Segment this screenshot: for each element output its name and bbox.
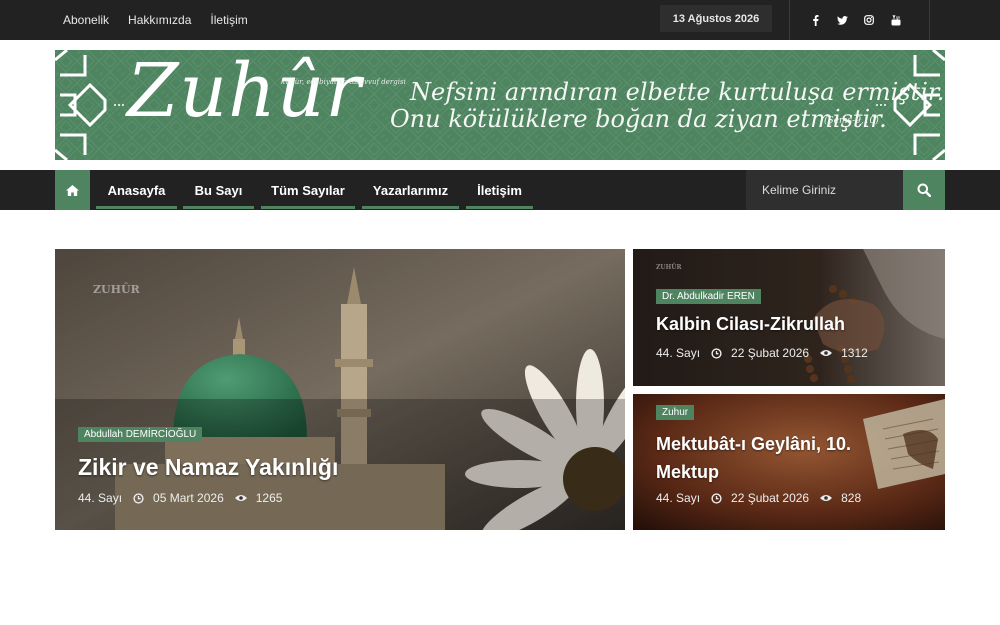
top-link-contact[interactable]: İletişim	[210, 13, 247, 27]
post-card[interactable]: ZUHÛR Dr. Abdulkadir EREN Kalbin Cilası-…	[633, 249, 945, 386]
instagram-icon[interactable]	[862, 13, 876, 27]
post-meta: 44. Sayı 05 Mart 2026 1265	[78, 491, 282, 505]
image-watermark: ZUHÛR	[93, 283, 140, 296]
post-title[interactable]: Zikir ve Namaz Yakınlığı	[78, 454, 338, 481]
post-image	[55, 249, 625, 530]
divider	[789, 0, 790, 40]
facebook-icon[interactable]	[808, 13, 822, 27]
motto-line-2: Onu kötülüklere boğan da ziyan etmiştir.	[390, 105, 887, 133]
top-bar: Abonelik Hakkımızda İletişim 13 Ağustos …	[0, 0, 1000, 40]
post-title-line-2: Mektup	[656, 462, 719, 482]
eye-icon	[234, 494, 247, 502]
post-date: 22 Şubat 2026	[731, 346, 810, 360]
current-date: 13 Ağustos 2026	[660, 5, 772, 32]
home-icon	[66, 184, 79, 196]
post-card[interactable]: Zuhur Mektubât-ı Geylâni, 10. Mektup 44.…	[633, 394, 945, 530]
issue-label: 44. Sayı	[656, 346, 701, 360]
home-button[interactable]	[55, 170, 90, 210]
author-badge[interactable]: Abdullah DEMİRCİOĞLU	[78, 427, 203, 442]
clock-icon	[711, 347, 722, 359]
eye-icon	[820, 494, 833, 502]
post-meta: 44. Sayı 22 Şubat 2026 828	[656, 491, 861, 505]
search-icon	[917, 183, 931, 197]
logo-tagline: kültür, edebiyat ve tasavvuf dergisi	[281, 78, 406, 86]
motto-line-1: Nefsini arındıran elbette kurtuluşa ermi…	[410, 78, 945, 106]
nav-item-yazarlarimiz[interactable]: Yazarlarımız	[362, 170, 459, 210]
issue-label: 44. Sayı	[656, 491, 701, 505]
post-meta: 44. Sayı 22 Şubat 2026 1312	[656, 346, 868, 360]
eye-icon	[820, 349, 833, 357]
divider	[929, 0, 930, 40]
view-count: 1265	[255, 491, 283, 505]
social-links	[808, 0, 903, 40]
nav-item-anasayfa[interactable]: Anasayfa	[96, 170, 177, 210]
post-date: 22 Şubat 2026	[731, 491, 810, 505]
author-badge[interactable]: Zuhur	[656, 405, 695, 420]
image-watermark: ZUHÛR	[656, 264, 682, 271]
post-date: 05 Mart 2026	[153, 491, 224, 505]
twitter-icon[interactable]	[835, 13, 849, 27]
clock-icon	[133, 492, 144, 504]
motto-reference: (Şems-9,10)	[824, 116, 879, 126]
featured-post-card[interactable]: ZUHÛR Abdullah DEMİRCİOĞLU Zikir ve Nama…	[55, 249, 625, 530]
view-count: 1312	[841, 346, 868, 360]
top-link-subscription[interactable]: Abonelik	[63, 13, 109, 27]
nav-item-tum-sayilar[interactable]: Tüm Sayılar	[261, 170, 355, 210]
post-title[interactable]: Mektubât-ı Geylâni, 10. Mektup	[656, 430, 851, 486]
youtube-icon[interactable]	[889, 13, 903, 27]
search-input[interactable]	[746, 170, 903, 210]
author-badge[interactable]: Dr. Abdulkadir EREN	[656, 289, 761, 304]
post-title-line-1: Mektubât-ı Geylâni, 10.	[656, 434, 852, 454]
top-link-about[interactable]: Hakkımızda	[128, 13, 191, 27]
post-title[interactable]: Kalbin Cilası-Zikrullah	[656, 314, 845, 335]
header-banner[interactable]: Zuhûr kültür, edebiyat ve tasavvuf dergi…	[55, 50, 945, 160]
clock-icon	[711, 492, 722, 504]
main-nav: Anasayfa Bu Sayı Tüm Sayılar Yazarlarımı…	[0, 170, 1000, 210]
view-count: 828	[841, 491, 862, 505]
nav-item-bu-sayi[interactable]: Bu Sayı	[183, 170, 254, 210]
search-button[interactable]	[903, 170, 945, 210]
top-links: Abonelik Hakkımızda İletişim	[63, 0, 248, 40]
issue-label: 44. Sayı	[78, 491, 123, 505]
site-logo[interactable]: Zuhûr	[127, 54, 362, 128]
nav-item-iletisim[interactable]: İletişim	[466, 170, 533, 210]
